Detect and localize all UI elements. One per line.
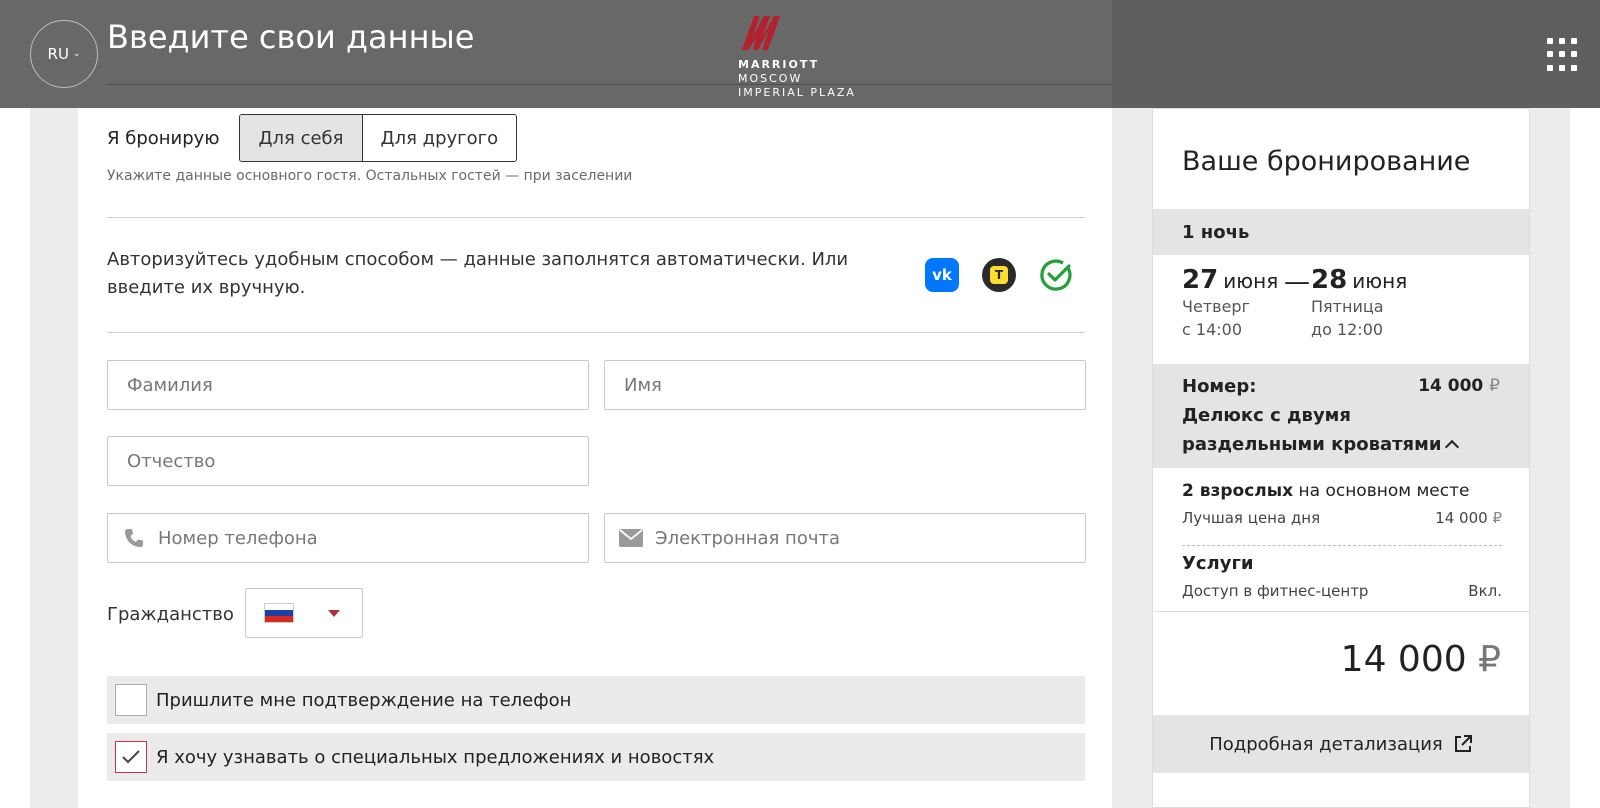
option-for-self[interactable]: Для себя bbox=[240, 115, 363, 161]
phone-input[interactable]: Номер телефона bbox=[107, 513, 589, 563]
currency-symbol: ₽ bbox=[1492, 509, 1502, 527]
caret-down-icon bbox=[328, 609, 340, 617]
divider bbox=[107, 332, 1085, 333]
left-gutter bbox=[30, 0, 78, 808]
currency-symbol: ₽ bbox=[1489, 376, 1500, 396]
auth-text: Авторизуйтесь удобным способом — данные … bbox=[107, 249, 849, 298]
service-value: Вкл. bbox=[1468, 582, 1502, 600]
newsletter-row[interactable]: Я хочу узнавать о специальных предложени… bbox=[107, 733, 1085, 781]
summary-title: Ваше бронирование bbox=[1182, 146, 1471, 177]
language-switcher[interactable]: RU ⌄ bbox=[30, 20, 98, 88]
details-link-label: Подробная детализация bbox=[1209, 733, 1443, 755]
newsletter-checkbox[interactable] bbox=[115, 741, 147, 773]
language-code: RU bbox=[47, 45, 69, 63]
header: RU ⌄ Введите свои данные MARRIOTT MOSCOW… bbox=[0, 0, 1600, 108]
phone-placeholder: Номер телефона bbox=[158, 527, 318, 549]
dotted-divider bbox=[1182, 545, 1502, 546]
sms-confirmation-label: Пришлите мне подтверждение на телефон bbox=[156, 689, 572, 711]
room-price: 14 000 bbox=[1418, 376, 1484, 396]
middle-name-placeholder: Отчество bbox=[127, 450, 216, 472]
logo-line-2: MOSCOW bbox=[738, 72, 803, 85]
envelope-icon bbox=[619, 526, 643, 550]
checkmark-icon bbox=[122, 750, 140, 764]
russia-flag-icon bbox=[264, 603, 294, 623]
services-block: Услуги Доступ в фитнес-центр Вкл. bbox=[1182, 553, 1502, 600]
guests-placement: на основном месте bbox=[1293, 481, 1470, 501]
currency-symbol: ₽ bbox=[1478, 639, 1501, 680]
rate-name: Лучшая цена дня bbox=[1182, 509, 1321, 527]
room-label: Номер: bbox=[1182, 376, 1257, 397]
room-name: Делюкс с двумя раздельными кроватями bbox=[1182, 405, 1442, 455]
first-name-input[interactable]: Имя bbox=[604, 360, 1086, 410]
nights-count: 1 ночь bbox=[1153, 209, 1529, 255]
page-title: Введите свои данные bbox=[107, 18, 475, 56]
checkin-month: июня bbox=[1223, 269, 1279, 293]
header-divider bbox=[107, 84, 1112, 85]
services-title: Услуги bbox=[1182, 553, 1254, 574]
option-for-other[interactable]: Для другого bbox=[362, 115, 517, 161]
middle-gutter bbox=[1112, 0, 1152, 808]
guests-count: 2 взрослых bbox=[1182, 481, 1294, 501]
logo-line-1: MARRIOTT bbox=[738, 58, 820, 71]
right-gutter bbox=[1530, 0, 1570, 808]
details-link[interactable]: Подробная детализация bbox=[1153, 715, 1529, 773]
logo-line-3: IMPERIAL PLAZA bbox=[738, 86, 856, 99]
first-name-placeholder: Имя bbox=[624, 374, 662, 396]
citizenship-select[interactable] bbox=[245, 588, 363, 638]
newsletter-label: Я хочу узнавать о специальных предложени… bbox=[156, 746, 715, 768]
checkin-time: с 14:00 bbox=[1182, 320, 1242, 339]
grid-icon[interactable] bbox=[1547, 38, 1581, 72]
service-name: Доступ в фитнес-центр bbox=[1182, 582, 1369, 600]
rate-price: 14 000 bbox=[1435, 509, 1488, 527]
vk-icon[interactable]: vk bbox=[925, 258, 959, 292]
sms-confirmation-checkbox[interactable] bbox=[115, 684, 147, 716]
checkin-day: 27 bbox=[1182, 265, 1219, 295]
email-input[interactable]: Электронная почта bbox=[604, 513, 1086, 563]
divider bbox=[107, 217, 1085, 218]
checkout-weekday: Пятница bbox=[1311, 297, 1384, 316]
phone-icon bbox=[122, 526, 146, 550]
divider bbox=[1153, 611, 1529, 612]
guests-block: 2 взрослых на основном месте Лучшая цена… bbox=[1182, 481, 1502, 527]
header-right-section bbox=[1112, 0, 1600, 108]
marriott-m-icon bbox=[742, 16, 780, 50]
chevron-down-icon: ⌄ bbox=[72, 49, 81, 59]
hotel-logo[interactable]: MARRIOTT MOSCOW IMPERIAL PLAZA bbox=[738, 12, 856, 100]
sber-id-icon[interactable] bbox=[1039, 258, 1073, 292]
checkout-time: до 12:00 bbox=[1311, 320, 1384, 339]
room-block: Номер: 14 000 ₽ Делюкс с двумя раздельны… bbox=[1153, 364, 1529, 468]
booking-for-label: Я бронирую bbox=[107, 127, 220, 149]
total-price: 14 000 ₽ bbox=[1341, 639, 1501, 680]
checkout-month: июня bbox=[1352, 269, 1408, 293]
checkout: 28 июня Пятница до 12:00 bbox=[1311, 265, 1407, 341]
middle-name-input[interactable]: Отчество bbox=[107, 436, 589, 486]
booking-summary: Ваше бронирование 1 ночь 27 июня Четверг… bbox=[1152, 108, 1530, 808]
checkout-day: 28 bbox=[1311, 265, 1348, 295]
tinkoff-id-icon[interactable]: T bbox=[982, 258, 1016, 292]
guest-hint: Укажите данные основного гостя. Остальны… bbox=[107, 168, 633, 184]
checkin: 27 июня Четверг с 14:00 bbox=[1182, 265, 1278, 341]
checkin-weekday: Четверг bbox=[1182, 297, 1250, 316]
sms-confirmation-row[interactable]: Пришлите мне подтверждение на телефон bbox=[107, 676, 1085, 724]
chevron-up-icon bbox=[1445, 439, 1460, 455]
last-name-placeholder: Фамилия bbox=[127, 374, 213, 396]
room-name-toggle[interactable]: Делюкс с двумя раздельными кроватями bbox=[1182, 401, 1500, 459]
date-separator: — bbox=[1284, 267, 1310, 297]
booking-for-toggle: Для себя Для другого bbox=[239, 114, 518, 162]
email-placeholder: Электронная почта bbox=[655, 527, 840, 549]
citizenship-label: Гражданство bbox=[107, 604, 234, 625]
booking-for-row: Я бронирую Для себя Для другого bbox=[107, 114, 518, 162]
external-link-icon bbox=[1454, 735, 1472, 752]
page-background bbox=[0, 0, 30, 808]
total-amount: 14 000 bbox=[1340, 639, 1467, 680]
last-name-input[interactable]: Фамилия bbox=[107, 360, 589, 410]
